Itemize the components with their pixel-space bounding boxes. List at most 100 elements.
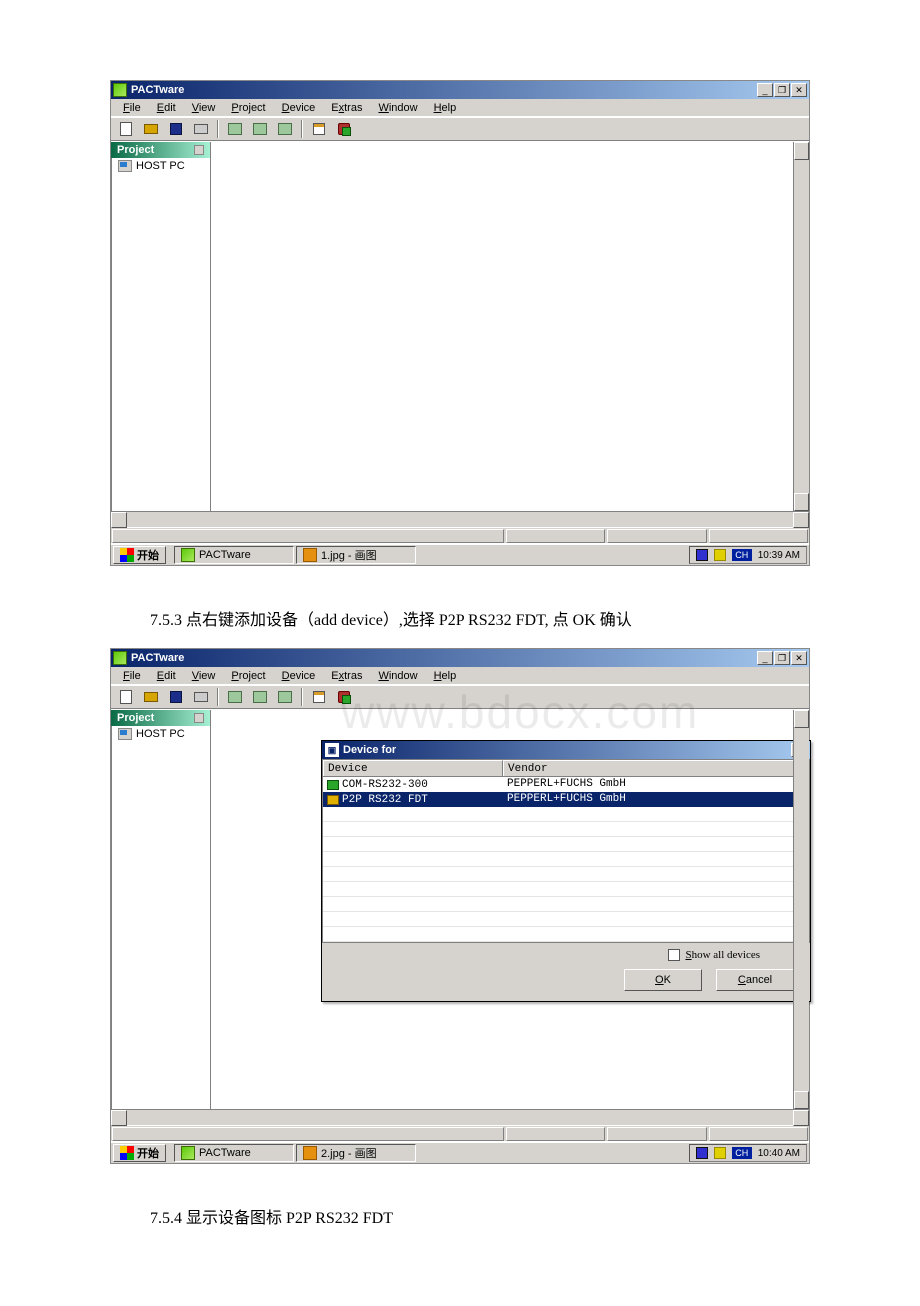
tb-button-9[interactable] bbox=[333, 687, 355, 707]
tray-volume-icon[interactable] bbox=[714, 1147, 726, 1159]
paint-icon bbox=[303, 548, 317, 562]
statusbar bbox=[111, 1125, 809, 1141]
menu-edit[interactable]: Edit bbox=[149, 100, 184, 116]
col-vendor[interactable]: Vendor bbox=[503, 760, 809, 776]
print-button[interactable] bbox=[190, 687, 212, 707]
save-button[interactable] bbox=[165, 687, 187, 707]
menu-edit[interactable]: Edit bbox=[149, 668, 184, 684]
restore-icon[interactable]: ❐ bbox=[774, 83, 790, 97]
start-button[interactable]: 开始 bbox=[113, 1144, 166, 1162]
menu-extras[interactable]: Extras bbox=[323, 668, 370, 684]
tray-icon[interactable] bbox=[696, 549, 708, 561]
task-paint[interactable]: 2.jpg - 画图 bbox=[296, 1144, 416, 1162]
close-icon[interactable]: ✕ bbox=[791, 83, 807, 97]
task-pactware[interactable]: PACTware bbox=[174, 546, 294, 564]
tb-button-8[interactable] bbox=[308, 119, 330, 139]
close-icon[interactable]: ✕ bbox=[791, 651, 807, 665]
cancel-button[interactable]: Cancel bbox=[716, 969, 794, 991]
clock: 10:39 AM bbox=[758, 550, 800, 561]
vertical-scrollbar[interactable] bbox=[793, 142, 809, 511]
tb-button-6[interactable] bbox=[249, 119, 271, 139]
scroll-left-icon[interactable] bbox=[111, 512, 127, 528]
ok-button[interactable]: OK bbox=[624, 969, 702, 991]
catalog-icon bbox=[228, 123, 242, 135]
menu-extras[interactable]: Extras bbox=[323, 100, 370, 116]
horizontal-scrollbar[interactable] bbox=[111, 511, 809, 527]
menu-window[interactable]: Window bbox=[370, 100, 425, 116]
catalog-icon bbox=[253, 123, 267, 135]
app-icon bbox=[181, 1146, 195, 1160]
task-pactware[interactable]: PACTware bbox=[174, 1144, 294, 1162]
vertical-scrollbar[interactable] bbox=[793, 710, 809, 1109]
grid-cell-device: P2P RS232 FDT bbox=[342, 794, 428, 806]
tb-button-8[interactable] bbox=[308, 687, 330, 707]
print-button[interactable] bbox=[190, 119, 212, 139]
pin-icon[interactable] bbox=[194, 713, 204, 723]
app-icon bbox=[181, 548, 195, 562]
windows-icon bbox=[120, 548, 134, 562]
grid-row-com-rs232[interactable]: COM-RS232-300 PEPPERL+FUCHS GmbH bbox=[323, 777, 809, 792]
horizontal-scrollbar[interactable] bbox=[111, 1109, 809, 1125]
project-tree[interactable]: HOST PC bbox=[111, 158, 210, 511]
menu-device[interactable]: Device bbox=[274, 100, 324, 116]
open-button[interactable] bbox=[140, 687, 162, 707]
project-tree[interactable]: HOST PC bbox=[111, 726, 210, 1109]
tb-button-6[interactable] bbox=[249, 687, 271, 707]
task-paint[interactable]: 1.jpg - 画图 bbox=[296, 546, 416, 564]
dialog-titlebar[interactable]: ▣ Device for ✕ bbox=[322, 741, 810, 759]
list-icon bbox=[313, 123, 325, 135]
scroll-right-icon[interactable] bbox=[793, 1110, 809, 1126]
tb-button-7[interactable] bbox=[274, 119, 296, 139]
restore-icon[interactable]: ❐ bbox=[774, 651, 790, 665]
ime-indicator[interactable]: CH bbox=[732, 549, 752, 561]
open-button[interactable] bbox=[140, 119, 162, 139]
save-button[interactable] bbox=[165, 119, 187, 139]
menu-help[interactable]: Help bbox=[426, 668, 465, 684]
tray-volume-icon[interactable] bbox=[714, 549, 726, 561]
grid-row-p2p-rs232[interactable]: P2P RS232 FDT PEPPERL+FUCHS GmbH bbox=[323, 792, 809, 807]
window-title: PACTware bbox=[131, 84, 757, 96]
tb-button-7[interactable] bbox=[274, 687, 296, 707]
tree-item-host-pc[interactable]: HOST PC bbox=[112, 158, 210, 174]
menu-view[interactable]: View bbox=[184, 100, 224, 116]
ime-indicator[interactable]: CH bbox=[732, 1147, 752, 1159]
window-title: PACTware bbox=[131, 652, 757, 664]
menu-file[interactable]: File bbox=[115, 668, 149, 684]
device-icon bbox=[338, 691, 350, 703]
menu-help[interactable]: Help bbox=[426, 100, 465, 116]
menu-file[interactable]: File bbox=[115, 100, 149, 116]
new-button[interactable] bbox=[115, 119, 137, 139]
start-label: 开始 bbox=[137, 547, 159, 563]
show-all-checkbox[interactable] bbox=[668, 949, 680, 961]
tb-button-9[interactable] bbox=[333, 119, 355, 139]
device-icon bbox=[327, 780, 339, 790]
minimize-icon[interactable]: _ bbox=[757, 83, 773, 97]
taskbar: 开始 PACTware 2.jpg - 画图 CH 10:40 AM bbox=[111, 1141, 809, 1163]
scroll-right-icon[interactable] bbox=[793, 512, 809, 528]
device-grid: Device Vendor COM-RS232-300 PEPPERL+FUCH… bbox=[322, 759, 810, 943]
sidebar-title-label: Project bbox=[117, 712, 154, 724]
new-button[interactable] bbox=[115, 687, 137, 707]
menu-view[interactable]: View bbox=[184, 668, 224, 684]
titlebar[interactable]: PACTware _ ❐ ✕ bbox=[111, 649, 809, 667]
col-device[interactable]: Device bbox=[323, 760, 503, 776]
tree-item-host-pc[interactable]: HOST PC bbox=[112, 726, 210, 742]
menu-device[interactable]: Device bbox=[274, 668, 324, 684]
menu-project[interactable]: Project bbox=[223, 668, 273, 684]
task-label: PACTware bbox=[199, 549, 251, 561]
titlebar[interactable]: PACTware _ ❐ ✕ bbox=[111, 81, 809, 99]
tb-button-5[interactable] bbox=[224, 119, 246, 139]
start-button[interactable]: 开始 bbox=[113, 546, 166, 564]
minimize-icon[interactable]: _ bbox=[757, 651, 773, 665]
scroll-left-icon[interactable] bbox=[111, 1110, 127, 1126]
menu-window[interactable]: Window bbox=[370, 668, 425, 684]
clock: 10:40 AM bbox=[758, 1148, 800, 1159]
show-all-row: Show all devices bbox=[332, 949, 800, 961]
pin-icon[interactable] bbox=[194, 145, 204, 155]
dialog-icon: ▣ bbox=[325, 743, 339, 757]
toolbar bbox=[111, 685, 809, 709]
screenshot-1: PACTware _ ❐ ✕ File Edit View Project De… bbox=[110, 80, 810, 566]
tb-button-5[interactable] bbox=[224, 687, 246, 707]
tray-icon[interactable] bbox=[696, 1147, 708, 1159]
menu-project[interactable]: Project bbox=[223, 100, 273, 116]
